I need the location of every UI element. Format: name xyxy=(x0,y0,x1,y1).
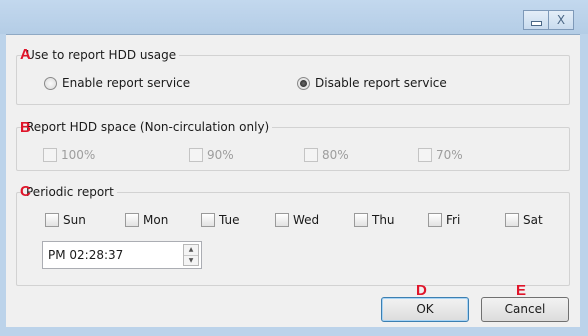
day-sun-label: Sun xyxy=(63,213,86,227)
checkbox-icon xyxy=(189,148,203,162)
minimize-button[interactable] xyxy=(523,10,549,30)
checkbox-icon xyxy=(304,148,318,162)
day-thu-label: Thu xyxy=(372,213,395,227)
day-fri-label: Fri xyxy=(446,213,461,227)
spin-up-icon[interactable]: ▲ xyxy=(184,245,198,255)
space-90-checkbox[interactable]: 90% xyxy=(189,148,234,162)
hdd-space-title: Report HDD space (Non-circulation only) xyxy=(23,120,273,134)
space-100-checkbox[interactable]: 100% xyxy=(43,148,95,162)
checkbox-icon xyxy=(418,148,432,162)
space-90-label: 90% xyxy=(207,148,234,162)
day-tue-checkbox[interactable]: Tue xyxy=(201,213,240,227)
day-wed-label: Wed xyxy=(293,213,320,227)
ok-button[interactable]: OK xyxy=(381,297,469,322)
space-80-label: 80% xyxy=(322,148,349,162)
day-sat-checkbox[interactable]: Sat xyxy=(505,213,543,227)
day-tue-label: Tue xyxy=(219,213,240,227)
title-bar[interactable] xyxy=(0,0,588,34)
marker-a: A xyxy=(20,46,31,63)
checkbox-icon xyxy=(275,213,289,227)
caption-buttons: X xyxy=(523,10,574,30)
checkbox-icon xyxy=(201,213,215,227)
close-icon: X xyxy=(556,13,566,27)
spin-down-icon[interactable]: ▼ xyxy=(184,255,198,265)
hdd-usage-title: Use to report HDD usage xyxy=(23,48,180,62)
disable-report-label: Disable report service xyxy=(315,76,447,90)
marker-b: B xyxy=(20,119,31,136)
day-fri-checkbox[interactable]: Fri xyxy=(428,213,460,227)
time-spinner[interactable]: ▲ ▼ xyxy=(183,244,199,266)
window-frame-right xyxy=(580,34,588,336)
checkbox-icon xyxy=(45,213,59,227)
time-picker[interactable]: PM 02:28:37 ▲ ▼ xyxy=(42,241,202,269)
disable-report-radio[interactable]: Disable report service xyxy=(297,76,447,90)
day-wed-checkbox[interactable]: Wed xyxy=(275,213,319,227)
window-frame-bottom xyxy=(0,326,588,336)
minimize-icon xyxy=(530,20,542,26)
dialog-body: Use to report HDD usage Enable report se… xyxy=(6,34,580,327)
space-80-checkbox[interactable]: 80% xyxy=(304,148,349,162)
day-thu-checkbox[interactable]: Thu xyxy=(354,213,395,227)
day-mon-label: Mon xyxy=(143,213,169,227)
day-mon-checkbox[interactable]: Mon xyxy=(125,213,168,227)
enable-report-label: Enable report service xyxy=(62,76,191,90)
checkbox-icon xyxy=(43,148,57,162)
space-70-label: 70% xyxy=(436,148,463,162)
periodic-report-title: Periodic report xyxy=(23,185,117,199)
marker-c: C xyxy=(20,183,31,200)
checkbox-icon xyxy=(125,213,139,227)
close-button[interactable]: X xyxy=(548,10,574,30)
day-sat-label: Sat xyxy=(523,213,543,227)
space-100-label: 100% xyxy=(61,148,96,162)
hdd-usage-group: Use to report HDD usage Enable report se… xyxy=(16,48,570,105)
radio-checked-icon xyxy=(297,76,310,90)
radio-unchecked-icon xyxy=(44,76,57,90)
time-value[interactable]: PM 02:28:37 xyxy=(48,248,123,262)
periodic-report-group: Periodic report Sun Mon Tue Wed Thu Fri … xyxy=(16,185,570,286)
day-sun-checkbox[interactable]: Sun xyxy=(45,213,86,227)
hdd-space-group: Report HDD space (Non-circulation only) … xyxy=(16,120,570,171)
cancel-button[interactable]: Cancel xyxy=(481,297,569,322)
enable-report-radio[interactable]: Enable report service xyxy=(44,76,190,90)
checkbox-icon xyxy=(505,213,519,227)
checkbox-icon xyxy=(354,213,368,227)
space-70-checkbox[interactable]: 70% xyxy=(418,148,463,162)
checkbox-icon xyxy=(428,213,442,227)
